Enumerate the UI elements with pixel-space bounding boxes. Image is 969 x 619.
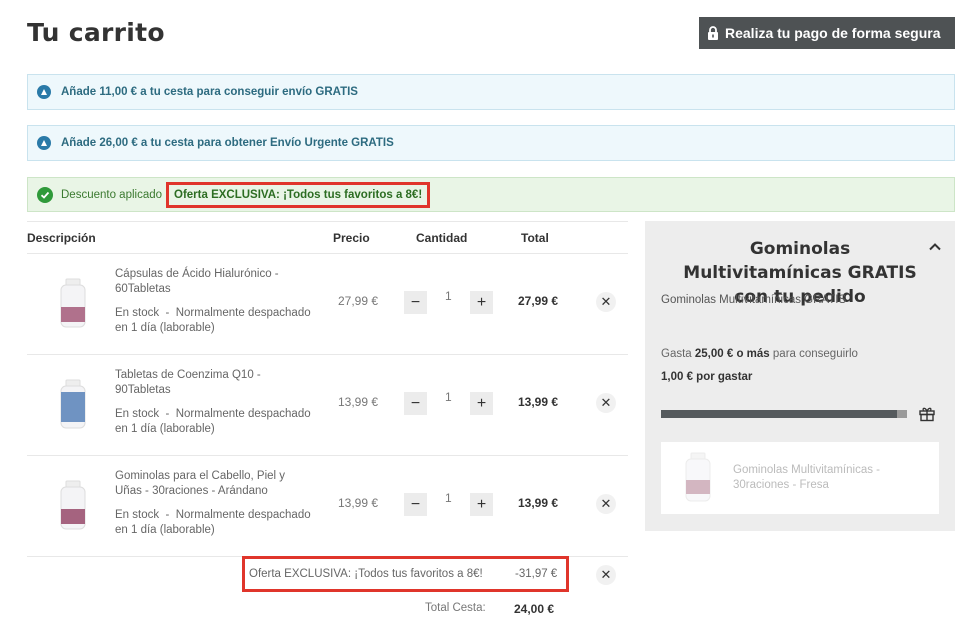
- spend-prefix: Gasta: [661, 348, 692, 360]
- remove-offer-button[interactable]: ✕: [596, 565, 616, 585]
- offer-amount: -31,97 €: [515, 568, 558, 580]
- remove-item-button[interactable]: ✕: [596, 393, 616, 413]
- quantity-value[interactable]: 1: [445, 491, 452, 505]
- discount-prefix: Descuento aplicado: [61, 188, 163, 201]
- unit-price: 13,99 €: [338, 395, 379, 409]
- stock-status: En stock - Normalmente despachado en 1 d…: [115, 307, 311, 334]
- increase-quantity-button[interactable]: +: [470, 493, 493, 516]
- header-description: Descripción: [27, 231, 96, 245]
- info-icon: [37, 85, 51, 99]
- increase-quantity-button[interactable]: +: [470, 392, 493, 415]
- stock-status: En stock - Normalmente despachado en 1 d…: [115, 408, 311, 435]
- cart-row: Gominolas para el Cabello, Piel y Uñas -…: [27, 455, 628, 556]
- decrease-quantity-button[interactable]: −: [404, 291, 427, 314]
- decrease-quantity-button[interactable]: −: [404, 392, 427, 415]
- thumb-label: [61, 307, 85, 322]
- quantity-value[interactable]: 1: [445, 289, 452, 303]
- cart-total-label: Total Cesta:: [425, 602, 486, 614]
- unit-price: 27,99 €: [338, 294, 379, 308]
- remaining-amount: 1,00 € por gastar: [661, 371, 753, 383]
- gift-product-card[interactable]: Gominolas Multivitamínicas - 30raciones …: [661, 442, 939, 514]
- free-shipping-banner: Añade 11,00 € a tu cesta para conseguir …: [27, 74, 955, 110]
- stock-status: En stock - Normalmente despachado en 1 d…: [115, 509, 311, 536]
- stock-label: En stock: [115, 509, 160, 521]
- discount-name: Oferta EXCLUSIVA: ¡Todos tus favoritos a…: [166, 181, 431, 208]
- stock-label: En stock: [115, 307, 160, 319]
- remove-item-button[interactable]: ✕: [596, 292, 616, 312]
- page-title: Tu carrito: [27, 18, 165, 47]
- spend-suffix: para conseguirlo: [772, 348, 858, 360]
- free-shipping-text: Añade 11,00 € a tu cesta para conseguir …: [61, 86, 358, 98]
- product-name[interactable]: Gominolas para el Cabello, Piel y Uñas -…: [115, 469, 315, 499]
- decrease-quantity-button[interactable]: −: [404, 493, 427, 516]
- offer-label: Oferta EXCLUSIVA: ¡Todos tus favoritos a…: [249, 568, 483, 580]
- free-gift-panel: Gominolas Multivitamínicas GRATIS con tu…: [645, 221, 955, 531]
- info-icon: [37, 136, 51, 150]
- chevron-up-icon[interactable]: [928, 240, 942, 254]
- cart-total-value: 24,00 €: [514, 602, 555, 616]
- product-name[interactable]: Cápsulas de Ácido Hialurónico - 60Tablet…: [115, 267, 315, 297]
- check-circle-icon: [37, 186, 53, 203]
- urgent-shipping-banner: Añade 26,00 € a tu cesta para obtener En…: [27, 125, 955, 161]
- spend-amount: 25,00 € o más: [694, 348, 770, 360]
- gift-progress-bar: [661, 410, 907, 418]
- increase-quantity-button[interactable]: +: [470, 291, 493, 314]
- line-total: 13,99 €: [518, 496, 559, 510]
- line-total: 13,99 €: [518, 395, 559, 409]
- product-image: [60, 379, 86, 429]
- cart-row: Tabletas de Coenzima Q10 - 90Tabletas En…: [27, 354, 628, 455]
- gift-product-name: Gominolas Multivitamínicas - 30raciones …: [733, 464, 880, 491]
- product-image: [60, 278, 86, 328]
- remove-item-button[interactable]: ✕: [596, 494, 616, 514]
- gift-progress-fill: [661, 410, 898, 418]
- secure-payment-label: Realiza tu pago de forma segura: [725, 25, 941, 41]
- panel-subtitle: Gominolas Multivitamínicas GRATIS: [661, 294, 847, 306]
- close-icon: ✕: [600, 496, 612, 511]
- header-price: Precio: [333, 231, 370, 245]
- gift-icon: [919, 407, 935, 422]
- stock-label: En stock: [115, 408, 160, 420]
- header-quantity: Cantidad: [416, 231, 468, 245]
- product-image: [60, 480, 86, 530]
- spend-threshold: Gasta 25,00 € o más para conseguirlo: [661, 348, 858, 360]
- product-name[interactable]: Tabletas de Coenzima Q10 - 90Tabletas: [115, 368, 315, 398]
- close-icon: ✕: [600, 294, 612, 309]
- urgent-shipping-text: Añade 26,00 € a tu cesta para obtener En…: [61, 137, 394, 149]
- lock-icon: [708, 26, 718, 40]
- close-icon: ✕: [600, 567, 612, 582]
- cart-row: Cápsulas de Ácido Hialurónico - 60Tablet…: [27, 253, 628, 354]
- header-total: Total: [521, 231, 549, 245]
- quantity-value[interactable]: 1: [445, 390, 452, 404]
- secure-payment-button[interactable]: Realiza tu pago de forma segura: [699, 17, 955, 49]
- discount-applied-banner: Descuento aplicado Oferta EXCLUSIVA: ¡To…: [27, 177, 955, 212]
- product-image: [685, 452, 711, 502]
- unit-price: 13,99 €: [338, 496, 379, 510]
- divider: [27, 221, 628, 222]
- close-icon: ✕: [600, 395, 612, 410]
- line-total: 27,99 €: [518, 294, 559, 308]
